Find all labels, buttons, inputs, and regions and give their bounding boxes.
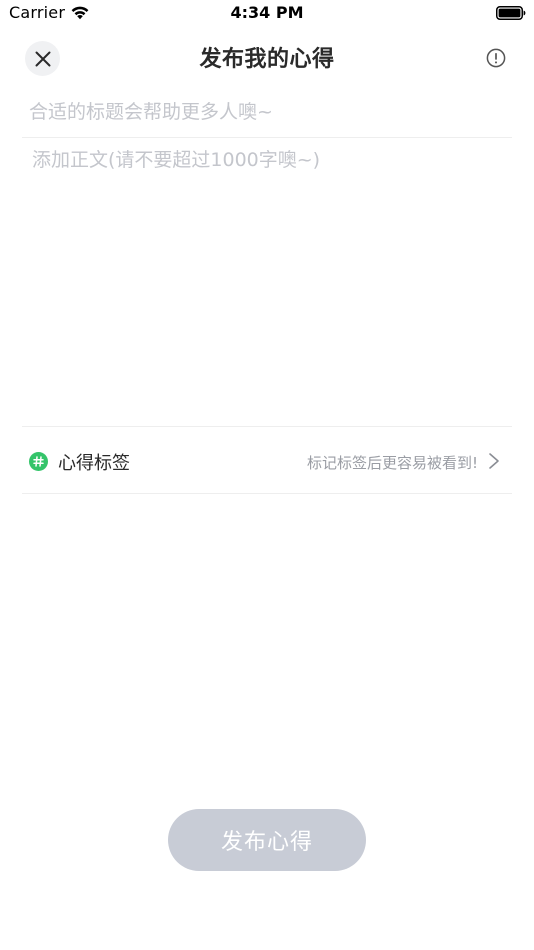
hash-glyph-icon <box>33 456 44 467</box>
body-input[interactable] <box>22 141 512 427</box>
header: 发布我的心得 <box>0 36 534 80</box>
battery-icon <box>496 6 526 20</box>
status-time: 4:34 PM <box>230 3 304 22</box>
hash-icon <box>29 452 48 471</box>
info-button[interactable] <box>486 48 506 68</box>
tag-row[interactable]: 心得标签 标记标签后更容易被看到! <box>22 428 512 494</box>
page-title: 发布我的心得 <box>199 47 335 72</box>
info-icon <box>486 48 506 68</box>
status-bar: Carrier 4:34 PM <box>0 0 534 28</box>
chevron-right-icon <box>489 453 499 469</box>
tag-label: 心得标签 <box>58 453 130 474</box>
title-input[interactable] <box>22 86 512 138</box>
publish-button[interactable]: 发布心得 <box>168 809 366 871</box>
tag-hint: 标记标签后更容易被看到! <box>306 454 478 472</box>
